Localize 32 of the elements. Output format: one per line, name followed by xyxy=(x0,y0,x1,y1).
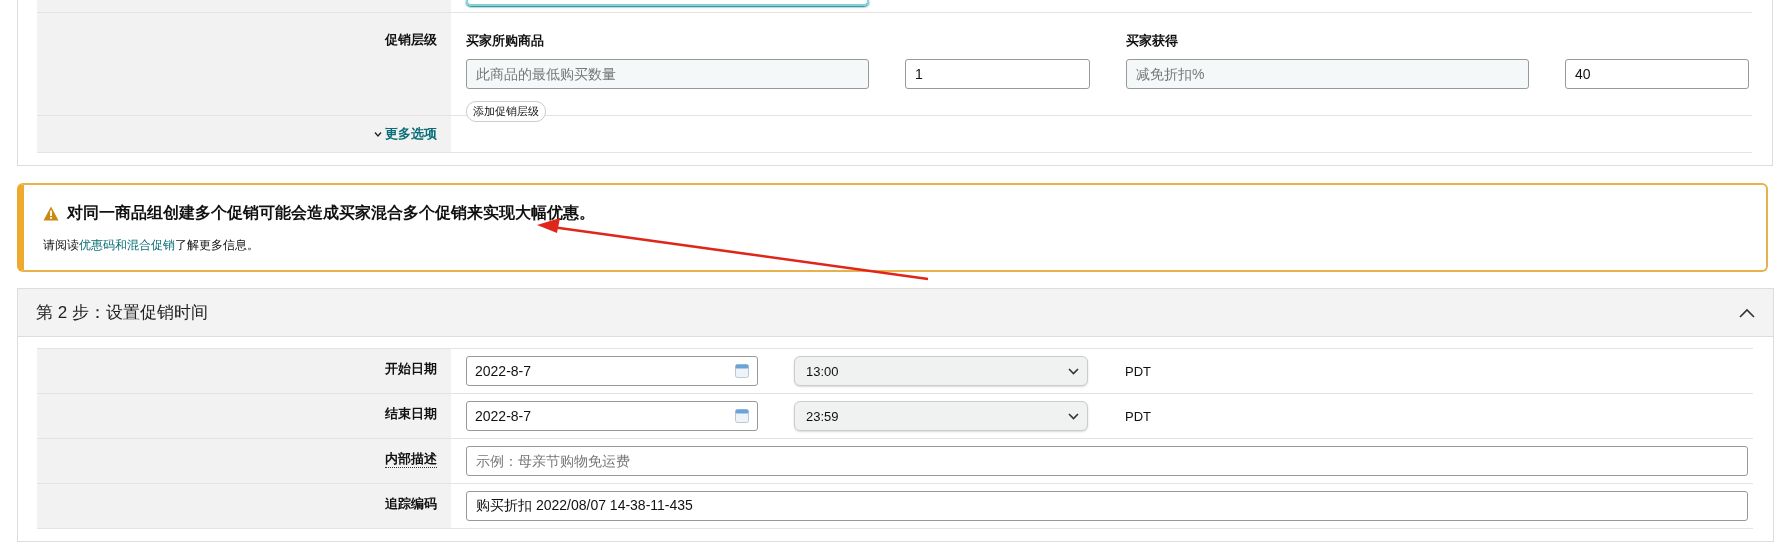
date-field[interactable]: 2022-8-7 xyxy=(466,401,758,431)
warning-icon xyxy=(43,206,59,221)
calendar-icon xyxy=(735,409,749,423)
field-label: 追踪编码 xyxy=(385,496,437,511)
timezone-label: PDT xyxy=(1125,363,1151,379)
warning-title: 对同一商品组创建多个促销可能会造成买家混合多个促销来实现大幅优惠。 xyxy=(67,203,595,223)
input-field[interactable]: 40 xyxy=(1565,59,1749,89)
column-heading: 买家获得 xyxy=(1126,32,1179,50)
column-heading: 买家所购商品 xyxy=(466,32,545,50)
input-field[interactable]: 1 xyxy=(905,59,1090,89)
chevron-down-icon xyxy=(1068,367,1079,375)
help-link[interactable]: 优惠码和混合促销 xyxy=(79,238,175,252)
calendar-icon xyxy=(735,364,749,378)
date-field[interactable]: 2022-8-7 xyxy=(466,356,758,386)
input-field[interactable] xyxy=(466,0,869,6)
input-field[interactable]: 购买折扣 2022/08/07 14-38-11-435 xyxy=(466,491,1748,521)
chevron-icon xyxy=(374,131,382,137)
input-field[interactable]: 减免折扣% xyxy=(1126,59,1529,89)
chevron-down-icon xyxy=(1068,412,1079,420)
input-field[interactable]: 此商品的最低购买数量 xyxy=(466,59,869,89)
field-label: 结束日期 xyxy=(385,406,437,421)
field-label: 开始日期 xyxy=(385,361,437,376)
field-label: 内部描述 xyxy=(385,451,437,468)
time-dropdown[interactable]: 13:00 xyxy=(794,356,1088,386)
field-label: 促销层级 xyxy=(385,32,437,47)
time-dropdown[interactable]: 23:59 xyxy=(794,401,1088,431)
timezone-label: PDT xyxy=(1125,408,1151,424)
input-field[interactable]: 示例：母亲节购物免运费 xyxy=(466,446,1748,476)
more-options-link[interactable]: 更多选项 xyxy=(374,125,437,143)
panel-title: 第 2 步：设置促销时间 xyxy=(36,302,208,324)
warning-text: 请阅读优惠码和混合促销了解更多信息。 xyxy=(43,237,260,254)
add-tier-button[interactable]: 添加促销层级 xyxy=(466,100,546,122)
